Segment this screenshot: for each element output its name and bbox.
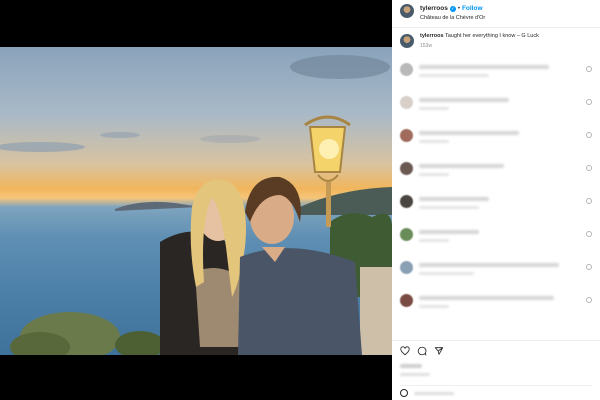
comment-item[interactable] [400, 194, 592, 227]
post-location[interactable]: Château de la Chèvre d'Or [420, 14, 485, 23]
add-comment-bar[interactable] [400, 385, 592, 397]
post-caption: tylerroos Taught her everything I know –… [400, 32, 592, 50]
post-header: tylerroos ✓ • Follow Château de la Chèvr… [392, 0, 600, 28]
comment-like-icon[interactable] [586, 198, 592, 204]
commenter-avatar[interactable] [400, 294, 413, 307]
emoji-icon[interactable] [400, 389, 408, 397]
commenter-avatar[interactable] [400, 96, 413, 109]
add-comment-placeholder-redacted[interactable] [414, 391, 454, 395]
post-media-pane [0, 0, 392, 400]
comment-meta-redacted [419, 206, 479, 209]
commenter-avatar[interactable] [400, 228, 413, 241]
comment-text-redacted [419, 98, 509, 102]
photo-scene [0, 55, 392, 355]
post-date-redacted [400, 373, 430, 376]
comment-item[interactable] [400, 227, 592, 260]
comments-list[interactable]: tylerroos Taught her everything I know –… [392, 28, 600, 340]
comment-item[interactable] [400, 260, 592, 293]
verified-badge-icon: ✓ [449, 6, 456, 12]
comment-like-icon[interactable] [586, 264, 592, 270]
commenter-avatar[interactable] [400, 261, 413, 274]
comment-item[interactable] [400, 95, 592, 128]
comment-icon[interactable] [417, 346, 427, 356]
comment-meta-redacted [419, 107, 449, 110]
comment-text-redacted [419, 65, 549, 69]
commenter-avatar[interactable] [400, 195, 413, 208]
comment-meta-redacted [419, 305, 449, 308]
comment-meta-redacted [419, 272, 474, 275]
comment-items [400, 62, 592, 326]
caption-text: Taught her everything I know – G Luck [444, 33, 539, 39]
post-photo[interactable] [0, 47, 392, 355]
post-actions [392, 340, 600, 400]
author-meta: tylerroos ✓ • Follow Château de la Chèvr… [420, 4, 485, 23]
caption-text-row: tylerroos Taught her everything I know –… [420, 32, 539, 40]
comment-item[interactable] [400, 62, 592, 95]
comment-item[interactable] [400, 128, 592, 161]
comment-item[interactable] [400, 293, 592, 326]
caption-username[interactable]: tylerroos [420, 33, 444, 39]
likes-count-redacted [400, 364, 422, 368]
comment-meta-redacted [419, 239, 449, 242]
comment-text-redacted [419, 296, 554, 300]
comment-text-redacted [419, 263, 559, 267]
comment-like-icon[interactable] [586, 99, 592, 105]
share-icon[interactable] [434, 346, 444, 356]
separator-dot: • [457, 6, 460, 12]
comment-text-redacted [419, 164, 504, 168]
comment-text-redacted [419, 230, 479, 234]
author-username[interactable]: tylerroos [420, 4, 448, 14]
commenter-avatar[interactable] [400, 162, 413, 175]
comment-text-redacted [419, 197, 489, 201]
comment-like-icon[interactable] [586, 231, 592, 237]
caption-time: 153w [420, 43, 432, 49]
heart-icon[interactable] [400, 346, 410, 356]
caption-author-avatar[interactable] [400, 34, 414, 48]
comment-like-icon[interactable] [586, 132, 592, 138]
comment-meta-redacted [419, 74, 489, 77]
comment-meta-redacted [419, 140, 449, 143]
comment-like-icon[interactable] [586, 66, 592, 72]
follow-button[interactable]: Follow [462, 4, 483, 14]
comment-like-icon[interactable] [586, 165, 592, 171]
commenter-avatar[interactable] [400, 63, 413, 76]
author-avatar[interactable] [400, 4, 414, 18]
comment-meta-redacted [419, 173, 449, 176]
commenter-avatar[interactable] [400, 129, 413, 142]
comment-item[interactable] [400, 161, 592, 194]
comment-like-icon[interactable] [586, 297, 592, 303]
comment-text-redacted [419, 131, 519, 135]
post-sidebar: tylerroos ✓ • Follow Château de la Chèvr… [392, 0, 600, 400]
